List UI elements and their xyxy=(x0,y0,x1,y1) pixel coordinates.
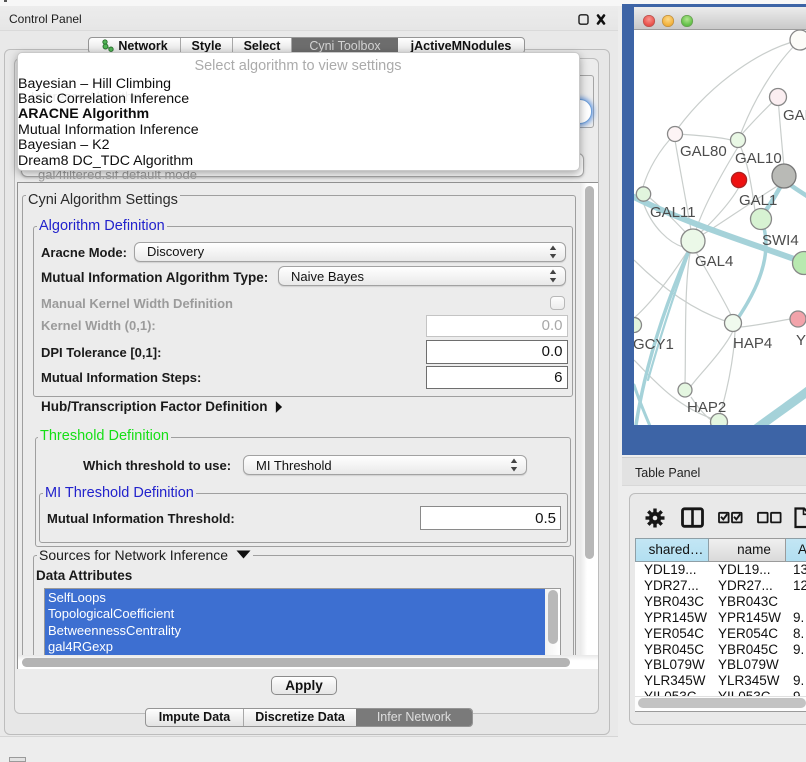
svg-text:HAP4: HAP4 xyxy=(733,335,772,352)
svg-text:GAL1: GAL1 xyxy=(739,192,777,209)
svg-text:SWI4: SWI4 xyxy=(762,232,799,249)
svg-text:GAL4: GAL4 xyxy=(695,253,733,270)
svg-text:GAL80: GAL80 xyxy=(680,143,727,160)
svg-text:Y: Y xyxy=(796,332,806,349)
svg-text:GAL: GAL xyxy=(783,107,806,124)
svg-text:GCY1: GCY1 xyxy=(634,336,674,353)
svg-text:HAP2: HAP2 xyxy=(687,399,726,416)
svg-text:GAL11: GAL11 xyxy=(650,204,696,221)
svg-text:GAL10: GAL10 xyxy=(735,150,782,167)
